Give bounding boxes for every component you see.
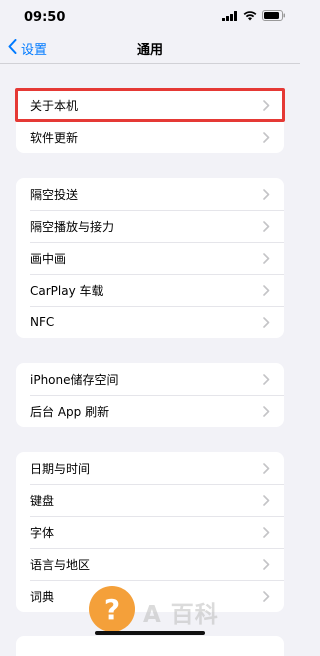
nav-divider — [0, 63, 300, 64]
chevron-right-icon — [263, 494, 270, 506]
chevron-right-icon — [263, 405, 270, 417]
chevron-right-icon — [263, 284, 270, 296]
chevron-right-icon — [263, 373, 270, 385]
row-background-app-refresh[interactable]: 后台 App 刷新 — [16, 395, 284, 427]
row-label: CarPlay 车载 — [30, 283, 104, 298]
chevron-right-icon — [263, 316, 270, 328]
chevron-right-icon — [263, 558, 270, 570]
question-badge-icon: ? — [89, 586, 135, 632]
row-label: 隔空投送 — [30, 187, 79, 202]
chevron-left-icon — [8, 38, 21, 58]
status-icons — [222, 9, 286, 25]
row-carplay[interactable]: CarPlay 车载 — [16, 274, 284, 306]
row-label: 日期与时间 — [30, 461, 91, 476]
row-keyboard[interactable]: 键盘 — [16, 484, 284, 516]
row-label: NFC — [30, 315, 55, 329]
row-iphone-storage[interactable]: iPhone储存空间 — [16, 363, 284, 395]
page-title: 通用 — [136, 42, 163, 58]
row-label: 后台 App 刷新 — [30, 404, 110, 419]
row-software-update[interactable]: 软件更新 — [16, 121, 284, 153]
signal-icon — [222, 10, 238, 25]
partial-group — [16, 636, 284, 656]
row-label: 语言与地区 — [30, 557, 91, 572]
row-about[interactable]: 关于本机 — [16, 89, 284, 121]
row-label: 软件更新 — [30, 130, 79, 145]
row-label: 键盘 — [30, 493, 55, 508]
row-fonts[interactable]: 字体 — [16, 516, 284, 548]
row-label: 隔空播放与接力 — [30, 219, 115, 234]
chevron-right-icon — [263, 99, 270, 111]
wifi-icon — [243, 10, 257, 25]
row-label: iPhone储存空间 — [30, 372, 119, 387]
status-time: 09:50 — [24, 9, 66, 25]
back-button[interactable]: 设置 — [8, 34, 47, 62]
home-indicator[interactable] — [95, 631, 205, 635]
chevron-right-icon — [263, 590, 270, 602]
chevron-right-icon — [263, 188, 270, 200]
row-airdrop[interactable]: 隔空投送 — [16, 178, 284, 210]
settings-group-about: 关于本机 软件更新 — [16, 89, 284, 153]
row-label: 关于本机 — [30, 98, 79, 113]
chevron-right-icon — [263, 462, 270, 474]
navigation-bar: 设置 通用 — [0, 34, 300, 62]
row-nfc[interactable]: NFC — [16, 306, 284, 338]
status-bar: 09:50 — [0, 0, 300, 34]
row-picture-in-picture[interactable]: 画中画 — [16, 242, 284, 274]
chevron-right-icon — [263, 526, 270, 538]
row-label: 字体 — [30, 525, 55, 540]
chevron-right-icon — [263, 252, 270, 264]
row-language-region[interactable]: 语言与地区 — [16, 548, 284, 580]
chevron-right-icon — [263, 131, 270, 143]
watermark-text: A 百科 — [143, 602, 219, 628]
row-label: 画中画 — [30, 251, 67, 266]
back-label: 设置 — [21, 42, 48, 58]
row-date-time[interactable]: 日期与时间 — [16, 452, 284, 484]
settings-group-locale: 日期与时间 键盘 字体 语言与地区 词典 — [16, 452, 284, 612]
battery-icon — [262, 9, 286, 25]
settings-group-connectivity: 隔空投送 隔空播放与接力 画中画 CarPlay 车载 NFC — [16, 178, 284, 338]
chevron-right-icon — [263, 220, 270, 232]
settings-group-storage: iPhone储存空间 后台 App 刷新 — [16, 363, 284, 427]
row-airplay-handoff[interactable]: 隔空播放与接力 — [16, 210, 284, 242]
